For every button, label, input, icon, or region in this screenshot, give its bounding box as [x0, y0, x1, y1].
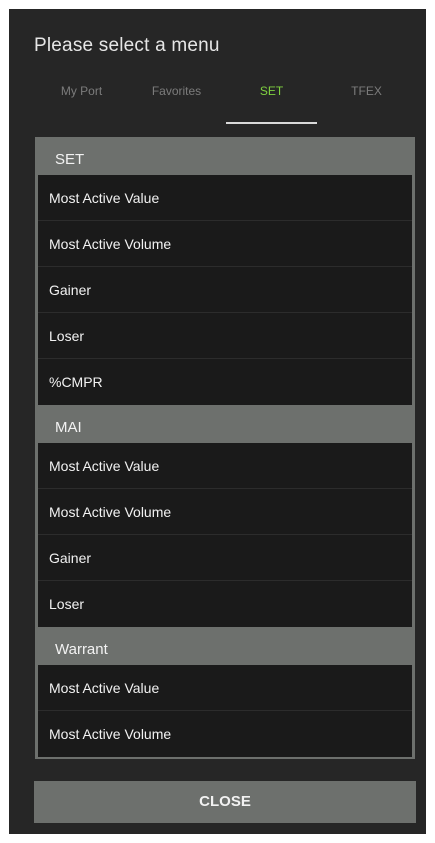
section-header-mai: MAI: [35, 405, 415, 443]
section-header-warrant: Warrant: [35, 627, 415, 665]
section-warrant: Warrant Most Active Value Most Active Vo…: [35, 627, 415, 757]
menu-list[interactable]: SET Most Active Value Most Active Volume…: [35, 137, 415, 759]
menu-item-set-gainer[interactable]: Gainer: [38, 267, 412, 313]
close-button[interactable]: CLOSE: [34, 781, 416, 823]
tab-tfex[interactable]: TFEX: [319, 79, 414, 133]
section-header-set: SET: [35, 137, 415, 175]
menu-item-mai-most-active-value[interactable]: Most Active Value: [38, 443, 412, 489]
menu-item-set-most-active-value[interactable]: Most Active Value: [38, 175, 412, 221]
menu-item-set-loser[interactable]: Loser: [38, 313, 412, 359]
section-mai: MAI Most Active Value Most Active Volume…: [35, 405, 415, 627]
tab-my-port[interactable]: My Port: [34, 79, 129, 133]
menu-item-mai-loser[interactable]: Loser: [38, 581, 412, 627]
menu-item-warrant-most-active-volume[interactable]: Most Active Volume: [38, 711, 412, 757]
menu-item-mai-gainer[interactable]: Gainer: [38, 535, 412, 581]
menu-item-set-cmpr[interactable]: %CMPR: [38, 359, 412, 405]
menu-item-warrant-most-active-value[interactable]: Most Active Value: [38, 665, 412, 711]
menu-item-mai-most-active-volume[interactable]: Most Active Volume: [38, 489, 412, 535]
section-set: SET Most Active Value Most Active Volume…: [35, 137, 415, 405]
tab-bar: My Port Favorites SET TFEX: [34, 79, 414, 133]
tab-set[interactable]: SET: [224, 79, 319, 133]
menu-item-set-most-active-volume[interactable]: Most Active Volume: [38, 221, 412, 267]
tab-favorites[interactable]: Favorites: [129, 79, 224, 133]
menu-dialog: Please select a menu My Port Favorites S…: [9, 9, 426, 834]
dialog-title: Please select a menu: [34, 35, 220, 56]
